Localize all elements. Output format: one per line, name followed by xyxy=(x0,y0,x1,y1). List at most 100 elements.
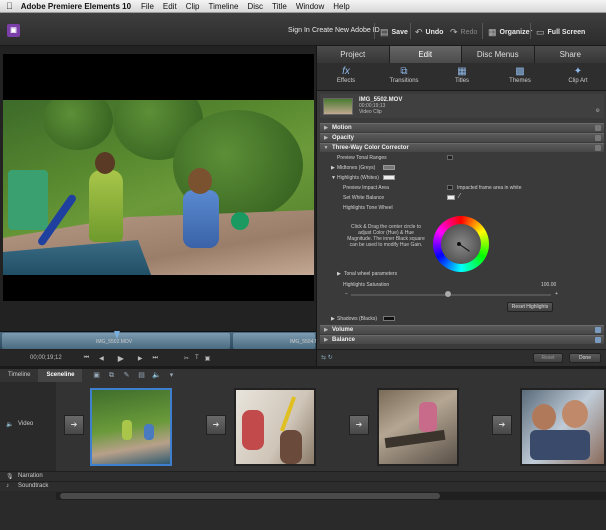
video-preview[interactable] xyxy=(3,54,314,301)
subtab-clip-art[interactable]: ✦ Clip Art xyxy=(549,63,606,90)
tab-project[interactable]: Project xyxy=(317,46,390,63)
scene-clip-4[interactable] xyxy=(520,388,606,466)
save-button[interactable]: ▤ Save xyxy=(380,27,408,38)
subtab-themes[interactable]: ▩ Themes xyxy=(491,63,549,90)
section-volume[interactable]: ▶ Volume xyxy=(320,325,604,334)
split-clip-icon[interactable]: ✂ xyxy=(184,355,189,362)
highlights-collapse-icon[interactable]: ▼ xyxy=(331,175,336,181)
freeze-frame-icon[interactable]: ▣ xyxy=(205,355,211,362)
subtab-effects[interactable]: fx Effects xyxy=(317,63,375,90)
organizer-button[interactable]: ▦ Organizer xyxy=(488,27,532,38)
tone-wheel-center[interactable] xyxy=(441,224,481,264)
soundtrack-track[interactable] xyxy=(0,481,606,491)
highlights-saturation-value[interactable]: 100.00 xyxy=(541,282,556,288)
reset-button[interactable]: Reset xyxy=(533,353,563,363)
midtones-expand-icon[interactable]: ▶ xyxy=(331,165,335,171)
toggle-effect-icon[interactable] xyxy=(595,337,601,343)
highlights-color-swatch[interactable] xyxy=(383,175,395,180)
expand-arrow-icon: ▶ xyxy=(324,337,328,343)
tab-edit[interactable]: Edit xyxy=(389,46,462,63)
tab-disc-menus[interactable]: Disc Menus xyxy=(462,46,535,63)
menu-clip[interactable]: Clip xyxy=(186,2,200,11)
midtones-color-swatch[interactable] xyxy=(383,165,395,170)
add-transition-button[interactable]: ➔ xyxy=(492,415,512,435)
smart-fix-icon[interactable]: ✎ xyxy=(122,371,131,380)
audio-icon[interactable]: 🔈 xyxy=(152,371,161,380)
step-back-icon[interactable]: ◀︎ xyxy=(99,355,104,362)
eyedropper-icon[interactable]: ⁄ xyxy=(459,193,460,200)
slider-knob[interactable] xyxy=(445,291,451,297)
toggle-effect-icon[interactable] xyxy=(595,125,601,131)
add-transition-button[interactable]: ➔ xyxy=(349,415,369,435)
save-icon: ▤ xyxy=(380,27,389,37)
subtab-transitions[interactable]: ⧉ Transitions xyxy=(375,63,433,90)
tab-sceneline[interactable]: Sceneline xyxy=(38,369,83,382)
add-transition-button[interactable]: ➔ xyxy=(64,415,84,435)
smart-trim-icon[interactable]: ⧉ xyxy=(107,371,116,380)
select-tool-icon[interactable]: ▣ xyxy=(92,371,101,380)
marker-icon[interactable]: ▾ xyxy=(167,371,176,380)
undo-button[interactable]: ↶ Undo xyxy=(415,27,443,38)
apple-icon[interactable]:  xyxy=(6,1,13,11)
tab-share[interactable]: Share xyxy=(534,46,606,63)
panel-footer-tools-icon[interactable]: ⇆ ↻ xyxy=(321,354,333,361)
play-icon[interactable]: ▶ xyxy=(118,354,124,363)
shadows-color-swatch[interactable] xyxy=(383,316,395,321)
sceneline-panel: Timeline Sceneline ▣ ⧉ ✎ ▤ 🔈 ▾ 🔈 Video ➔… xyxy=(0,369,606,530)
preview-impact-area-checkbox[interactable] xyxy=(447,185,453,190)
menu-disc[interactable]: Disc xyxy=(247,2,263,11)
menu-help[interactable]: Help xyxy=(333,2,349,11)
toggle-effect-icon[interactable] xyxy=(595,135,601,141)
menu-edit[interactable]: Edit xyxy=(163,2,177,11)
highlights-tone-wheel[interactable] xyxy=(433,216,489,272)
tonal-params-expand-icon[interactable]: ▶ xyxy=(337,271,341,277)
menu-file[interactable]: File xyxy=(141,2,154,11)
app-name-menu[interactable]: Adobe Premiere Elements 10 xyxy=(21,2,131,11)
white-balance-swatch[interactable] xyxy=(447,195,455,200)
section-opacity[interactable]: ▶ Opacity xyxy=(320,133,604,142)
soundtrack-note-icon[interactable]: ♪ xyxy=(6,483,9,489)
sign-in-link[interactable]: Sign In xyxy=(288,27,310,34)
slider-minus-icon[interactable]: − xyxy=(345,291,348,297)
monitor-clip-label: IMG_5502.MOV xyxy=(96,339,133,345)
go-to-end-icon[interactable]: ⏭ xyxy=(153,355,158,362)
shadows-expand-icon[interactable]: ▶ xyxy=(331,316,335,322)
toggle-effect-icon[interactable] xyxy=(595,145,601,151)
clip-type: Video Clip xyxy=(359,109,382,115)
create-adobe-id-link[interactable]: Create New Adobe ID xyxy=(312,27,380,34)
clipart-icon: ✦ xyxy=(573,66,583,77)
section-motion[interactable]: ▶ Motion xyxy=(320,123,604,132)
scene-clip-3[interactable] xyxy=(377,388,459,466)
toggle-effect-icon[interactable] xyxy=(595,327,601,333)
fx-icon: fx xyxy=(342,66,350,77)
done-button[interactable]: Done xyxy=(569,353,601,363)
edit-subtabs: fx Effects ⧉ Transitions ▦ Titles ▩ Them… xyxy=(317,63,606,91)
step-forward-icon[interactable]: ▶︎ xyxy=(138,355,143,362)
sceneline-scroll-thumb[interactable] xyxy=(60,493,440,499)
preview-tonal-ranges-checkbox[interactable] xyxy=(447,155,453,160)
go-to-start-icon[interactable]: ⏮ xyxy=(84,355,89,362)
redo-button[interactable]: ↷ Redo xyxy=(450,27,477,38)
narration-mic-icon[interactable]: 🎙 xyxy=(6,473,14,480)
subtab-titles[interactable]: ▦ Titles xyxy=(433,63,491,90)
section-balance[interactable]: ▶ Balance xyxy=(320,335,604,344)
speaker-icon[interactable]: 🔈 xyxy=(6,421,13,428)
narration-track[interactable] xyxy=(0,471,606,481)
menu-title[interactable]: Title xyxy=(272,2,287,11)
timecode-display: 00;00;19;12 xyxy=(30,355,62,361)
section-three-way-color-corrector[interactable]: ▼ Three-Way Color Corrector xyxy=(320,143,604,152)
reset-highlights-button[interactable]: Reset Highlights xyxy=(507,302,553,312)
scene-clip-2[interactable] xyxy=(234,388,316,466)
full-screen-button[interactable]: ▭ Full Screen xyxy=(536,27,585,38)
title-tool-icon[interactable]: T xyxy=(195,355,199,361)
video-frame-image xyxy=(3,100,314,275)
menu-window[interactable]: Window xyxy=(296,2,324,11)
clip-info-icon[interactable]: ⚙ xyxy=(596,108,600,114)
smart-mix-icon[interactable]: ▤ xyxy=(137,371,146,380)
menu-timeline[interactable]: Timeline xyxy=(209,2,239,11)
tab-timeline[interactable]: Timeline xyxy=(0,369,38,382)
scene-clip-1[interactable] xyxy=(90,388,172,466)
highlights-saturation-slider[interactable] xyxy=(351,294,551,296)
slider-plus-icon[interactable]: + xyxy=(555,291,558,297)
add-transition-button[interactable]: ➔ xyxy=(206,415,226,435)
